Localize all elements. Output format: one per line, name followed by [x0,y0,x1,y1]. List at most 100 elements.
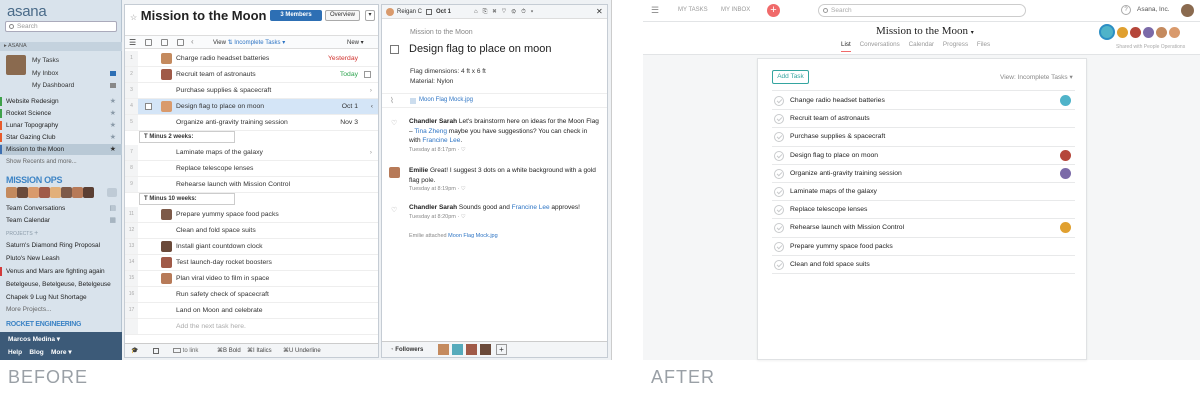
task-name[interactable]: Rehearse launch with Mission Control [790,219,904,237]
project-item[interactable]: Pluto's New Leash [0,253,122,264]
task-row[interactable]: 12 Clean and fold space suits [125,223,378,239]
show-recents-link[interactable]: Show Recents and more... [0,157,122,168]
team-member-avatar[interactable] [61,187,72,198]
team2-title[interactable]: ROCKET ENGINEERING [6,321,81,328]
task-row[interactable]: Organize anti-gravity training session [772,165,1075,183]
assignee-avatar[interactable] [161,241,172,252]
add-follower-button[interactable]: + [496,344,507,355]
star-icon[interactable]: ★ [110,96,116,107]
attachment-link[interactable]: Moon Flag Mock.jpg [419,97,473,103]
add-task-button[interactable]: Add Task [772,70,809,84]
task-row[interactable]: 13 Install giant countdown clock [125,239,378,255]
add-member-icon[interactable] [107,188,117,197]
assignee-avatar[interactable] [1060,149,1071,161]
task-row[interactable]: Rehearse launch with Mission Control [772,219,1075,238]
task-name[interactable]: Install giant countdown clock [176,239,263,254]
close-icon[interactable]: ✕ [596,5,603,19]
task-project[interactable]: Mission to the Moon [410,29,473,36]
tab-list[interactable]: List [841,41,851,52]
favorite-lunar-topography[interactable]: Lunar Topography ★ [0,120,122,131]
task-name[interactable]: Replace telescope lenses [790,201,867,219]
member-avatar[interactable] [1168,26,1180,38]
task-complete-checkbox[interactable] [774,205,784,216]
task-row[interactable]: 14 Test launch-day rocket boosters [125,255,378,271]
team-member-avatar[interactable] [28,187,39,198]
task-name[interactable]: Prepare yummy space food packs [176,207,279,222]
more-projects-link[interactable]: More Projects... [0,304,122,315]
view-filter[interactable]: View ⇅ Incomplete Tasks ▾ [213,39,285,46]
task-row[interactable]: Clean and fold space suits [772,256,1075,274]
tab-files[interactable]: Files [977,41,990,48]
my-dashboard-link[interactable]: My Dashboard [32,80,117,93]
task-row[interactable]: Change radio headset batteries [772,92,1075,111]
task-name[interactable]: Organize anti-gravity training session [176,115,288,130]
assignee-avatar[interactable] [161,257,172,268]
my-tasks-link[interactable]: MY TASKS [678,7,708,13]
member-avatar[interactable] [1142,26,1154,38]
overview-button[interactable]: Overview [325,10,360,21]
new-button[interactable]: New ▾ [347,39,364,46]
search-input[interactable]: Search [818,4,1026,17]
workspace-header[interactable]: ▸ ASANA [0,42,122,51]
member-avatar[interactable] [1116,26,1128,38]
section-header[interactable]: T Minus 10 weeks: [139,193,235,205]
task-complete-checkbox[interactable] [774,168,784,179]
team-member-avatar[interactable] [39,187,50,198]
assignee-name[interactable]: Reigan C [397,5,422,19]
add-project-icon[interactable]: + [34,230,38,237]
quick-add-button[interactable]: + [767,4,780,17]
collapse-icon[interactable]: ‹ [191,37,194,46]
due-date[interactable]: Oct 1 [436,5,451,19]
list-view-icon[interactable]: ☰ [129,38,136,47]
print-icon[interactable] [153,348,159,354]
task-name[interactable]: Charge radio headset batteries [176,51,269,66]
task-complete-checkbox[interactable] [774,241,784,252]
section-header[interactable]: T Minus 2 weeks: [139,131,235,143]
task-row[interactable]: 15 Plan viral video to film in space [125,271,378,287]
task-complete-checkbox[interactable] [774,223,784,234]
project-title[interactable]: Mission to the Moon ▾ [876,25,974,37]
favorite-mission-to-the-moon[interactable]: Mission to the Moon ★ [0,144,122,155]
comment-author[interactable]: Emilie [409,167,428,174]
star-icon[interactable]: ★ [110,132,116,143]
blog-link[interactable]: Blog [29,349,43,356]
task-name[interactable]: Clean and fold space suits [176,223,256,238]
assignee-avatar[interactable] [1060,95,1071,106]
task-name[interactable]: Purchase supplies & spacecraft [790,128,885,146]
mention-link[interactable]: Francine Lee [512,204,550,211]
follower-avatar[interactable] [438,344,449,355]
task-row[interactable]: Purchase supplies & spacecraft [772,128,1075,147]
my-tasks-link[interactable]: My Tasks [32,55,117,68]
project-item[interactable]: Betelgeuse, Betelgeuse, Betelgeuse [0,279,122,290]
task-name[interactable]: Recruit team of astronauts [790,110,870,128]
my-inbox-link[interactable]: MY INBOX [721,7,750,13]
calendar-icon[interactable] [426,9,432,15]
member-avatar[interactable] [1129,26,1141,38]
task-name[interactable]: Organize anti-gravity training session [790,165,902,183]
task-name[interactable]: Laminate maps of the galaxy [790,183,877,201]
assignee-avatar[interactable] [161,273,172,284]
team-member-avatar[interactable] [72,187,83,198]
assignee-avatar[interactable] [161,209,172,220]
task-row[interactable]: 5 Organize anti-gravity training session N… [125,115,378,131]
team-member-avatar[interactable] [83,187,94,198]
mention-link[interactable]: Tina Zheng [414,128,447,135]
task-name[interactable]: Laminate maps of the galaxy [176,145,263,160]
menu-icon[interactable]: ☰ [651,5,659,16]
current-user[interactable]: Marcos Medina ▾ [8,335,60,343]
follower-avatar[interactable] [466,344,477,355]
task-name[interactable]: Purchase supplies & spacecraft [176,83,271,98]
commenter-avatar[interactable] [389,167,400,178]
grid-icon[interactable] [177,39,184,46]
view-filter[interactable]: View: Incomplete Tasks ▾ [1000,73,1073,81]
task-row[interactable]: 7 Laminate maps of the galaxy › [125,145,378,161]
task-name[interactable]: Design flag to place on moon [176,99,264,114]
task-complete-checkbox[interactable] [774,150,784,161]
task-name[interactable]: Change radio headset batteries [790,92,885,110]
assignee-avatar[interactable] [1060,222,1071,234]
tab-calendar[interactable]: Calendar [909,41,935,48]
project-item[interactable]: Venus and Mars are fighting again [0,266,122,277]
task-row[interactable]: 3 Purchase supplies & spacecraft › [125,83,378,99]
tab-conversations[interactable]: Conversations [860,41,900,48]
team-title[interactable]: MISSION OPS [6,175,63,185]
